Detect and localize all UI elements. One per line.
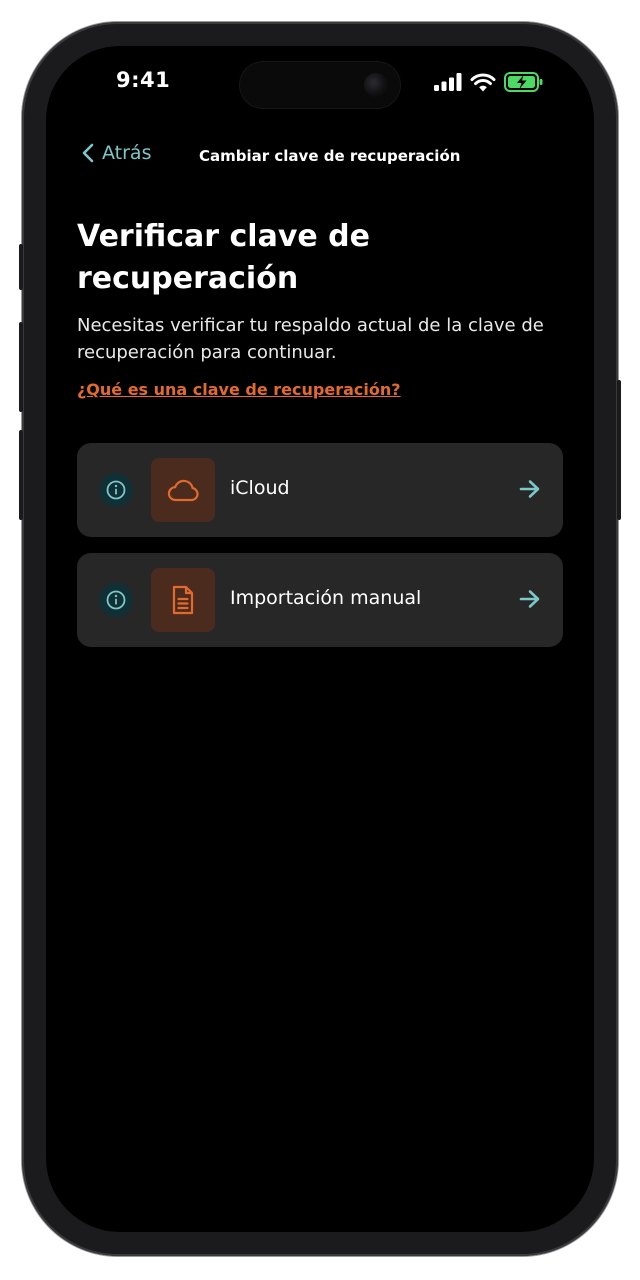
action-button bbox=[19, 244, 23, 290]
signal-icon bbox=[434, 73, 462, 91]
volume-up-button bbox=[19, 322, 23, 412]
arrow-right-icon bbox=[519, 480, 540, 498]
camera-icon bbox=[364, 73, 388, 97]
info-icon[interactable] bbox=[99, 583, 133, 617]
option-label: Importación manual bbox=[230, 587, 422, 609]
arrow-right-icon bbox=[519, 590, 540, 608]
back-label: Atrás bbox=[102, 142, 152, 164]
status-icons bbox=[434, 72, 544, 92]
option-label: iCloud bbox=[230, 477, 290, 499]
volume-down-button bbox=[19, 430, 23, 520]
wifi-icon bbox=[470, 73, 496, 91]
page-description: Necesitas verificar tu respaldo actual d… bbox=[77, 315, 544, 363]
document-icon bbox=[151, 568, 215, 632]
chevron-left-icon bbox=[82, 143, 94, 163]
back-button[interactable]: Atrás bbox=[82, 142, 151, 164]
nav-title: Cambiar clave de recuperación bbox=[199, 147, 461, 165]
cloud-icon bbox=[151, 458, 215, 522]
page-title: Verificar clave de recuperación bbox=[77, 219, 370, 296]
help-link[interactable]: ¿Qué es una clave de recuperación? bbox=[77, 380, 401, 399]
status-time: 9:41 bbox=[116, 68, 171, 92]
dynamic-island bbox=[240, 62, 400, 108]
option-manual-import[interactable]: Importación manual bbox=[77, 553, 563, 647]
screen: 9:41 Atrás Cambiar clave de recuperación… bbox=[46, 46, 594, 1232]
power-button bbox=[617, 380, 621, 520]
info-icon[interactable] bbox=[99, 473, 133, 507]
option-icloud[interactable]: iCloud bbox=[77, 443, 563, 537]
navigation-bar: Atrás Cambiar clave de recuperación bbox=[46, 142, 594, 174]
battery-charging-icon bbox=[504, 72, 543, 92]
